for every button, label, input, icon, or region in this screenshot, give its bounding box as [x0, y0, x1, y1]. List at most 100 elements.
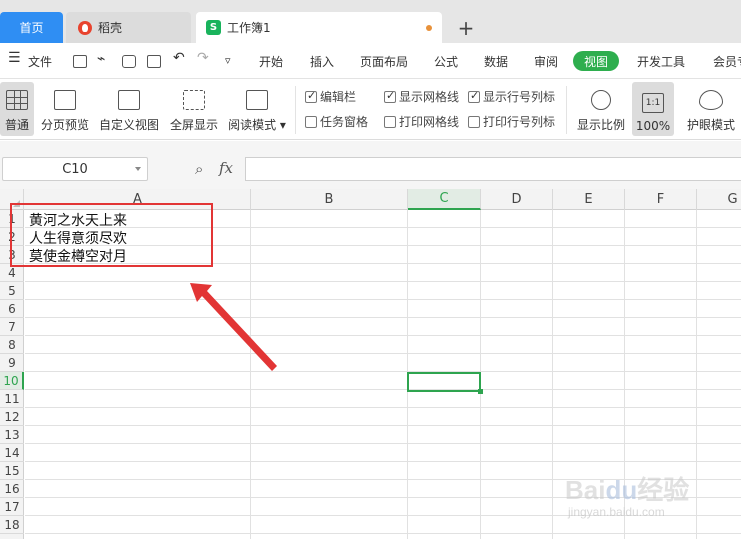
zoom-100-button[interactable]: 1:1 100% — [632, 82, 674, 136]
eye-icon — [699, 90, 723, 110]
print-preview-icon[interactable] — [147, 55, 161, 68]
reading-mode-icon — [246, 90, 268, 110]
column-header-g[interactable]: G — [697, 189, 741, 210]
undo-icon[interactable]: ↶ — [173, 50, 185, 66]
row-header[interactable]: 8 — [0, 336, 24, 354]
print-headings-checkbox[interactable]: 打印行号列标 — [468, 113, 555, 130]
task-pane-checkbox[interactable]: 任务窗格 — [305, 113, 368, 130]
formula-input[interactable] — [245, 157, 741, 181]
new-tab-button[interactable]: + — [452, 12, 480, 43]
row-header[interactable]: 11 — [0, 390, 24, 408]
format-painter-icon[interactable]: ⌁ — [97, 51, 105, 67]
search-function-icon[interactable]: ⌕ — [195, 160, 203, 178]
custom-view-button[interactable]: 自定义视图 — [96, 82, 162, 136]
menu-home[interactable]: 开始 — [259, 53, 283, 70]
row-header-selected[interactable]: 10 — [0, 372, 24, 390]
row-header[interactable]: 14 — [0, 444, 24, 462]
menu-bar: ☰ 文件 ⌁ ↶ ↷ ▿ 开始 插入 页面布局 公式 数据 审阅 视图 开发工具… — [0, 43, 741, 79]
page-break-preview-label: 分页预览 — [40, 118, 89, 132]
row-header[interactable]: 17 — [0, 498, 24, 516]
page-break-preview-icon — [54, 90, 76, 110]
row-header[interactable]: 6 — [0, 300, 24, 318]
custom-view-label: 自定义视图 — [98, 118, 159, 132]
menu-review[interactable]: 审阅 — [534, 53, 558, 70]
row-header[interactable]: 13 — [0, 426, 24, 444]
task-pane-checkbox-label: 任务窗格 — [320, 115, 369, 129]
insert-function-icon[interactable]: fx — [219, 159, 233, 177]
column-header-b[interactable]: B — [251, 189, 408, 210]
row-header[interactable]: 18 — [0, 516, 24, 534]
row-header[interactable]: 16 — [0, 480, 24, 498]
column-header-f[interactable]: F — [625, 189, 697, 210]
plus-icon: + — [457, 15, 475, 40]
zoom-100-icon: 1:1 — [642, 93, 664, 113]
tab-workbook[interactable]: S 工作簿1 — [196, 12, 442, 43]
show-headings-checkbox[interactable]: 显示行号列标 — [468, 88, 555, 105]
show-headings-checkbox-label: 显示行号列标 — [483, 90, 556, 104]
daoke-icon — [78, 20, 92, 35]
active-cell-c10[interactable] — [407, 372, 483, 394]
column-header-e[interactable]: E — [553, 189, 625, 210]
tab-workbook-label: 工作簿1 — [227, 21, 271, 35]
show-gridlines-checkbox-label: 显示网格线 — [399, 90, 460, 104]
row-header[interactable]: 7 — [0, 318, 24, 336]
watermark-url: jingyan.baidu.com — [568, 505, 665, 519]
spreadsheet-icon: S — [206, 20, 221, 35]
menu-view[interactable]: 视图 — [573, 51, 619, 71]
row-header[interactable]: 12 — [0, 408, 24, 426]
menu-page-layout[interactable]: 页面布局 — [360, 53, 408, 70]
menu-member[interactable]: 会员专 — [713, 53, 741, 70]
eye-protection-button[interactable]: 护眼模式 — [684, 82, 738, 136]
normal-view-button[interactable]: 普通 — [0, 82, 34, 136]
custom-view-icon — [118, 90, 140, 110]
normal-view-label: 普通 — [4, 118, 29, 132]
checkbox-checked-icon — [384, 89, 396, 103]
ribbon-divider — [295, 86, 296, 134]
row-header[interactable]: 9 — [0, 354, 24, 372]
tab-bar: 首页 稻壳 S 工作簿1 + — [0, 0, 741, 43]
reading-mode-label: 阅读模式 ▾ — [228, 118, 286, 132]
save-icon[interactable] — [73, 55, 87, 68]
full-screen-icon — [183, 90, 205, 110]
print-gridlines-checkbox[interactable]: 打印网格线 — [384, 113, 459, 130]
full-screen-label: 全屏显示 — [169, 118, 218, 132]
tab-home-label: 首页 — [19, 21, 44, 35]
full-screen-button[interactable]: 全屏显示 — [166, 82, 222, 136]
row-header[interactable]: 5 — [0, 282, 24, 300]
formula-bar: C10 ⌕ fx — [0, 141, 741, 189]
print-icon[interactable] — [122, 55, 136, 68]
formula-bar-checkbox-label: 编辑栏 — [320, 90, 357, 104]
menu-insert[interactable]: 插入 — [310, 53, 334, 70]
zoom-100-label: 100% — [635, 119, 671, 133]
show-gridlines-checkbox[interactable]: 显示网格线 — [384, 88, 459, 105]
ribbon-divider — [566, 86, 567, 134]
chevron-down-icon[interactable] — [135, 167, 141, 171]
column-header-d[interactable]: D — [481, 189, 553, 210]
tab-daoke[interactable]: 稻壳 — [66, 12, 191, 43]
baidu-jingyan-logo: Baidu经验 — [565, 475, 690, 505]
zoom-button[interactable]: 显示比例 — [573, 82, 629, 136]
redo-icon[interactable]: ↷ — [197, 50, 209, 66]
quick-access-dropdown-icon[interactable]: ▿ — [225, 54, 231, 67]
print-gridlines-checkbox-label: 打印网格线 — [399, 115, 460, 129]
checkbox-checked-icon — [305, 89, 317, 103]
column-header-c[interactable]: C — [408, 189, 481, 210]
page-break-preview-button[interactable]: 分页预览 — [38, 82, 92, 136]
tab-daoke-label: 稻壳 — [98, 21, 123, 35]
name-box-value: C10 — [62, 161, 88, 177]
menu-formulas[interactable]: 公式 — [434, 53, 458, 70]
row-header[interactable]: 15 — [0, 462, 24, 480]
menu-developer[interactable]: 开发工具 — [637, 53, 685, 70]
spreadsheet-window: 首页 稻壳 S 工作簿1 + ☰ 文件 ⌁ ↶ ↷ ▿ 开始 插入 页面布局 公… — [0, 0, 741, 539]
name-box[interactable]: C10 — [2, 157, 148, 181]
tab-home[interactable]: 首页 — [0, 12, 63, 43]
reading-mode-button[interactable]: 阅读模式 ▾ — [226, 82, 288, 136]
normal-view-icon — [6, 90, 28, 110]
menu-file[interactable]: 文件 — [28, 53, 52, 70]
hamburger-icon[interactable]: ☰ — [8, 50, 21, 66]
checkbox-unchecked-icon — [305, 115, 317, 128]
menu-data[interactable]: 数据 — [484, 53, 508, 70]
zoom-label: 显示比例 — [576, 118, 625, 132]
formula-bar-checkbox[interactable]: 编辑栏 — [305, 88, 356, 105]
annotation-highlight-box — [10, 203, 213, 267]
